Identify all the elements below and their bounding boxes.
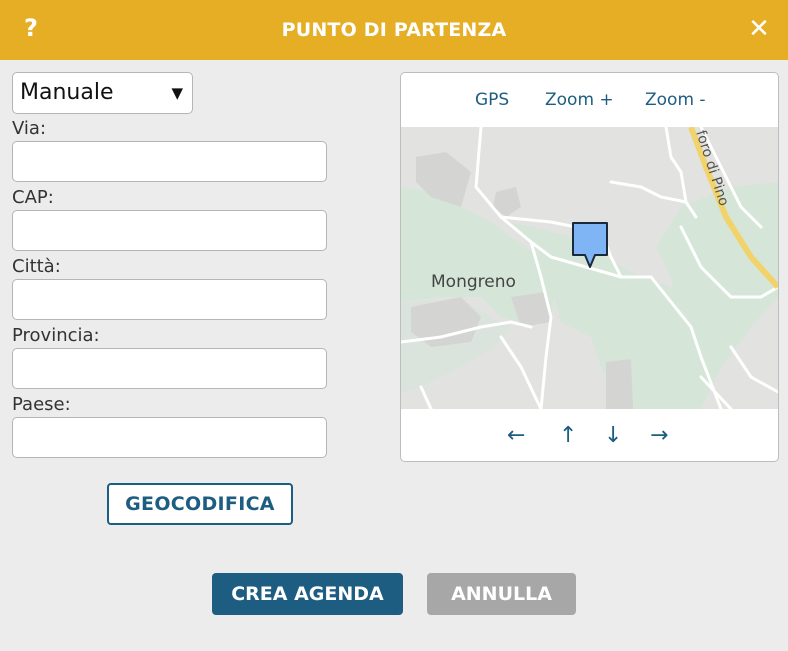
map-toolbar: GPS Zoom + Zoom - xyxy=(401,73,778,127)
chevron-down-icon: ▼ xyxy=(171,84,183,102)
geocode-button[interactable]: GEOCODIFICA xyxy=(107,483,293,525)
gps-button[interactable]: GPS xyxy=(475,90,509,110)
province-input[interactable] xyxy=(12,348,327,389)
country-input[interactable] xyxy=(12,417,327,458)
dialog-header: ? PUNTO DI PARTENZA ✕ xyxy=(0,0,788,60)
map-view[interactable]: foro di Pino Mongreno xyxy=(401,127,778,409)
pan-up-button[interactable]: ↑ xyxy=(559,423,577,448)
cancel-button[interactable]: ANNULLA xyxy=(427,573,576,615)
zip-input[interactable] xyxy=(12,210,327,251)
pan-left-button[interactable]: ← xyxy=(507,423,525,448)
country-label: Paese: xyxy=(12,394,71,415)
map-place-label: Mongreno xyxy=(431,272,516,292)
zip-label: CAP: xyxy=(12,187,54,208)
help-icon[interactable]: ? xyxy=(20,13,42,43)
zoom-in-button[interactable]: Zoom + xyxy=(545,90,614,110)
street-input[interactable] xyxy=(12,141,327,182)
map-panel: GPS Zoom + Zoom - foro di Pino Mongreno … xyxy=(400,72,779,462)
zoom-out-button[interactable]: Zoom - xyxy=(645,90,706,110)
mode-select-value: Manuale xyxy=(20,80,114,105)
dialog-title: PUNTO DI PARTENZA xyxy=(281,19,507,41)
province-label: Provincia: xyxy=(12,325,100,346)
city-input[interactable] xyxy=(12,279,327,320)
city-label: Città: xyxy=(12,256,61,277)
street-label: Via: xyxy=(12,118,47,139)
close-icon[interactable]: ✕ xyxy=(746,14,772,44)
pan-right-button[interactable]: → xyxy=(650,423,668,448)
mode-select[interactable]: Manuale ▼ xyxy=(12,72,193,114)
create-agenda-button[interactable]: CREA AGENDA xyxy=(212,573,403,615)
pan-down-button[interactable]: ↓ xyxy=(604,423,622,448)
